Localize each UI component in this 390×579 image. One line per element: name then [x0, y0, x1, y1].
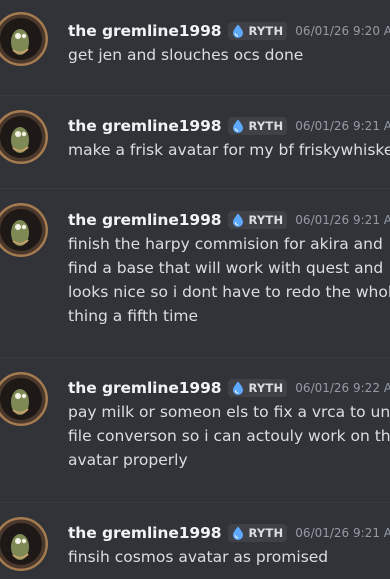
message-line: make a frisk avatar for my bf friskywhis… — [68, 141, 390, 159]
guild-tag[interactable]: RYTH — [228, 524, 288, 542]
guild-tag-label: RYTH — [248, 381, 284, 395]
guild-tag-label: RYTH — [248, 119, 284, 133]
message-header: the gremline1998 RYTH 06/01/26 9:22 AM — [68, 377, 390, 399]
message-line: finish the harpy commision for akira and — [68, 235, 383, 253]
message-line: file converson so i can actouly work on … — [68, 427, 390, 445]
water-drop-icon — [233, 526, 244, 540]
message-3: the gremline1998 RYTH 06/01/26 9:21 AM f… — [0, 189, 390, 357]
username[interactable]: the gremline1998 — [68, 379, 222, 397]
username[interactable]: the gremline1998 — [68, 211, 222, 229]
avatar[interactable] — [0, 203, 48, 257]
avatar[interactable] — [0, 372, 48, 426]
message-header: the gremline1998 RYTH 06/01/26 9:21 AM — [68, 522, 390, 544]
avatar[interactable] — [0, 517, 48, 571]
username[interactable]: the gremline1998 — [68, 22, 222, 40]
message-line: looks nice so i dont have to redo the wh… — [68, 283, 390, 301]
message-header: the gremline1998 RYTH 06/01/26 9:21 AM — [68, 115, 390, 137]
guild-tag[interactable]: RYTH — [228, 117, 288, 135]
message-feed: the gremline1998 RYTH 06/01/26 9:20 AM g… — [0, 0, 390, 579]
guild-tag[interactable]: RYTH — [228, 211, 288, 229]
message-line: finsih cosmos avatar as promised — [68, 548, 329, 566]
water-drop-icon — [233, 381, 244, 395]
message-line: thing a fifth time — [68, 307, 199, 325]
message-content: get jen and slouches ocs done — [68, 43, 390, 67]
message-header: the gremline1998 RYTH 06/01/26 9:20 AM — [68, 20, 390, 42]
message-line: get jen and slouches ocs done — [68, 46, 304, 64]
message-line: pay milk or someon els to fix a vrca to … — [68, 403, 390, 421]
timestamp[interactable]: 06/01/26 9:21 AM — [295, 213, 390, 227]
user-avatar-image — [0, 110, 48, 164]
message-header: the gremline1998 RYTH 06/01/26 9:21 AM — [68, 209, 390, 231]
message-content: pay milk or someon els to fix a vrca to … — [68, 400, 390, 472]
timestamp[interactable]: 06/01/26 9:20 AM — [295, 24, 390, 38]
user-avatar-image — [0, 203, 48, 257]
message-2: the gremline1998 RYTH 06/01/26 9:21 AM m… — [0, 96, 390, 188]
timestamp[interactable]: 06/01/26 9:21 AM — [295, 526, 390, 540]
username[interactable]: the gremline1998 — [68, 117, 222, 135]
message-content: finsih cosmos avatar as promised — [68, 545, 390, 569]
timestamp[interactable]: 06/01/26 9:22 AM — [295, 381, 390, 395]
guild-tag-label: RYTH — [248, 526, 284, 540]
user-avatar-image — [0, 372, 48, 426]
avatar[interactable] — [0, 110, 48, 164]
message-line: find a base that will work with quest an… — [68, 259, 384, 277]
user-avatar-image — [0, 517, 48, 571]
guild-tag-label: RYTH — [248, 213, 284, 227]
message-content: make a frisk avatar for my bf friskywhis… — [68, 138, 390, 162]
message-content: finish the harpy commision for akira and… — [68, 232, 390, 328]
timestamp[interactable]: 06/01/26 9:21 AM — [295, 119, 390, 133]
guild-tag[interactable]: RYTH — [228, 22, 288, 40]
guild-tag[interactable]: RYTH — [228, 379, 288, 397]
message-1: the gremline1998 RYTH 06/01/26 9:20 AM g… — [0, 0, 390, 96]
message-4: the gremline1998 RYTH 06/01/26 9:22 AM p… — [0, 358, 390, 502]
message-5: the gremline1998 RYTH 06/01/26 9:21 AM f… — [0, 503, 390, 579]
water-drop-icon — [233, 24, 244, 38]
avatar[interactable] — [0, 12, 48, 66]
water-drop-icon — [233, 119, 244, 133]
message-line: avatar properly — [68, 451, 188, 469]
water-drop-icon — [233, 213, 244, 227]
user-avatar-image — [0, 12, 48, 66]
guild-tag-label: RYTH — [248, 24, 284, 38]
username[interactable]: the gremline1998 — [68, 524, 222, 542]
